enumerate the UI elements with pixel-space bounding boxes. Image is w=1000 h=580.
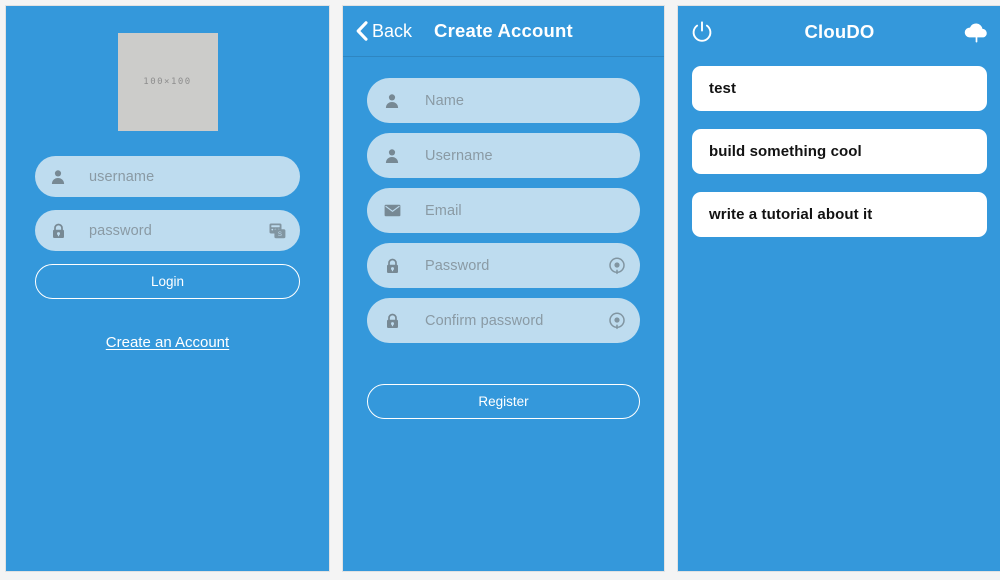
- cloudo-screen: ClouDO test build something cool write a…: [677, 5, 1000, 572]
- password-field[interactable]: password S: [35, 210, 300, 251]
- password-placeholder: password: [89, 222, 152, 239]
- list-item[interactable]: write a tutorial about it: [692, 192, 987, 237]
- register-button[interactable]: Register: [367, 384, 640, 419]
- login-form: username password S Login Create an Acco…: [6, 156, 329, 352]
- register-button-wrap: Register: [343, 353, 664, 419]
- todo-text: test: [709, 80, 737, 97]
- logo-placeholder-label: 100×100: [143, 77, 192, 87]
- user-icon: [383, 92, 401, 110]
- list-item[interactable]: test: [692, 66, 987, 111]
- page-title: Create Account: [434, 20, 573, 41]
- user-icon: [383, 147, 401, 165]
- show-password-icon[interactable]: [608, 312, 626, 330]
- name-field[interactable]: Name: [367, 78, 640, 123]
- svg-text:S: S: [277, 232, 281, 238]
- todo-text: build something cool: [709, 143, 862, 160]
- email-placeholder: Email: [425, 202, 462, 219]
- keypad-icon[interactable]: S: [268, 222, 286, 240]
- register-form: Name Username Email Password Confirm pas…: [343, 57, 664, 343]
- create-account-link-row: Create an Account: [35, 334, 300, 352]
- upload-button[interactable]: [961, 17, 991, 47]
- lock-icon: [383, 257, 401, 275]
- username-placeholder: Username: [425, 147, 493, 164]
- back-button[interactable]: Back: [355, 21, 412, 42]
- login-button[interactable]: Login: [35, 264, 300, 299]
- username-field[interactable]: username: [35, 156, 300, 197]
- password-field[interactable]: Password: [367, 243, 640, 288]
- confirm-password-field[interactable]: Confirm password: [367, 298, 640, 343]
- email-field[interactable]: Email: [367, 188, 640, 233]
- username-placeholder: username: [89, 168, 155, 185]
- screenshot-root: 100×100 username password S Login Create…: [0, 0, 1000, 580]
- power-icon: [692, 21, 712, 42]
- cloud-upload-icon: [964, 23, 987, 43]
- envelope-icon: [383, 202, 401, 220]
- page-title: ClouDO: [804, 21, 875, 42]
- create-account-link[interactable]: Create an Account: [106, 334, 229, 351]
- lock-icon: [383, 312, 401, 330]
- list-item[interactable]: build something cool: [692, 129, 987, 174]
- chevron-left-icon: [356, 21, 368, 41]
- show-password-icon[interactable]: [608, 257, 626, 275]
- todo-text: write a tutorial about it: [709, 206, 873, 223]
- create-account-screen: Back Create Account Name Username Email …: [342, 5, 665, 572]
- password-placeholder: Password: [425, 257, 490, 274]
- todo-list: test build something cool write a tutori…: [678, 58, 1000, 237]
- lock-icon: [49, 222, 67, 240]
- cloudo-navbar: ClouDO: [678, 6, 1000, 58]
- confirm-password-placeholder: Confirm password: [425, 312, 544, 329]
- name-placeholder: Name: [425, 92, 465, 109]
- power-button[interactable]: [687, 17, 717, 47]
- username-field[interactable]: Username: [367, 133, 640, 178]
- create-account-navbar: Back Create Account: [343, 6, 664, 57]
- back-button-label: Back: [372, 20, 413, 41]
- user-icon: [49, 168, 67, 186]
- logo-placeholder: 100×100: [117, 33, 218, 131]
- login-screen: 100×100 username password S Login Create…: [5, 5, 330, 572]
